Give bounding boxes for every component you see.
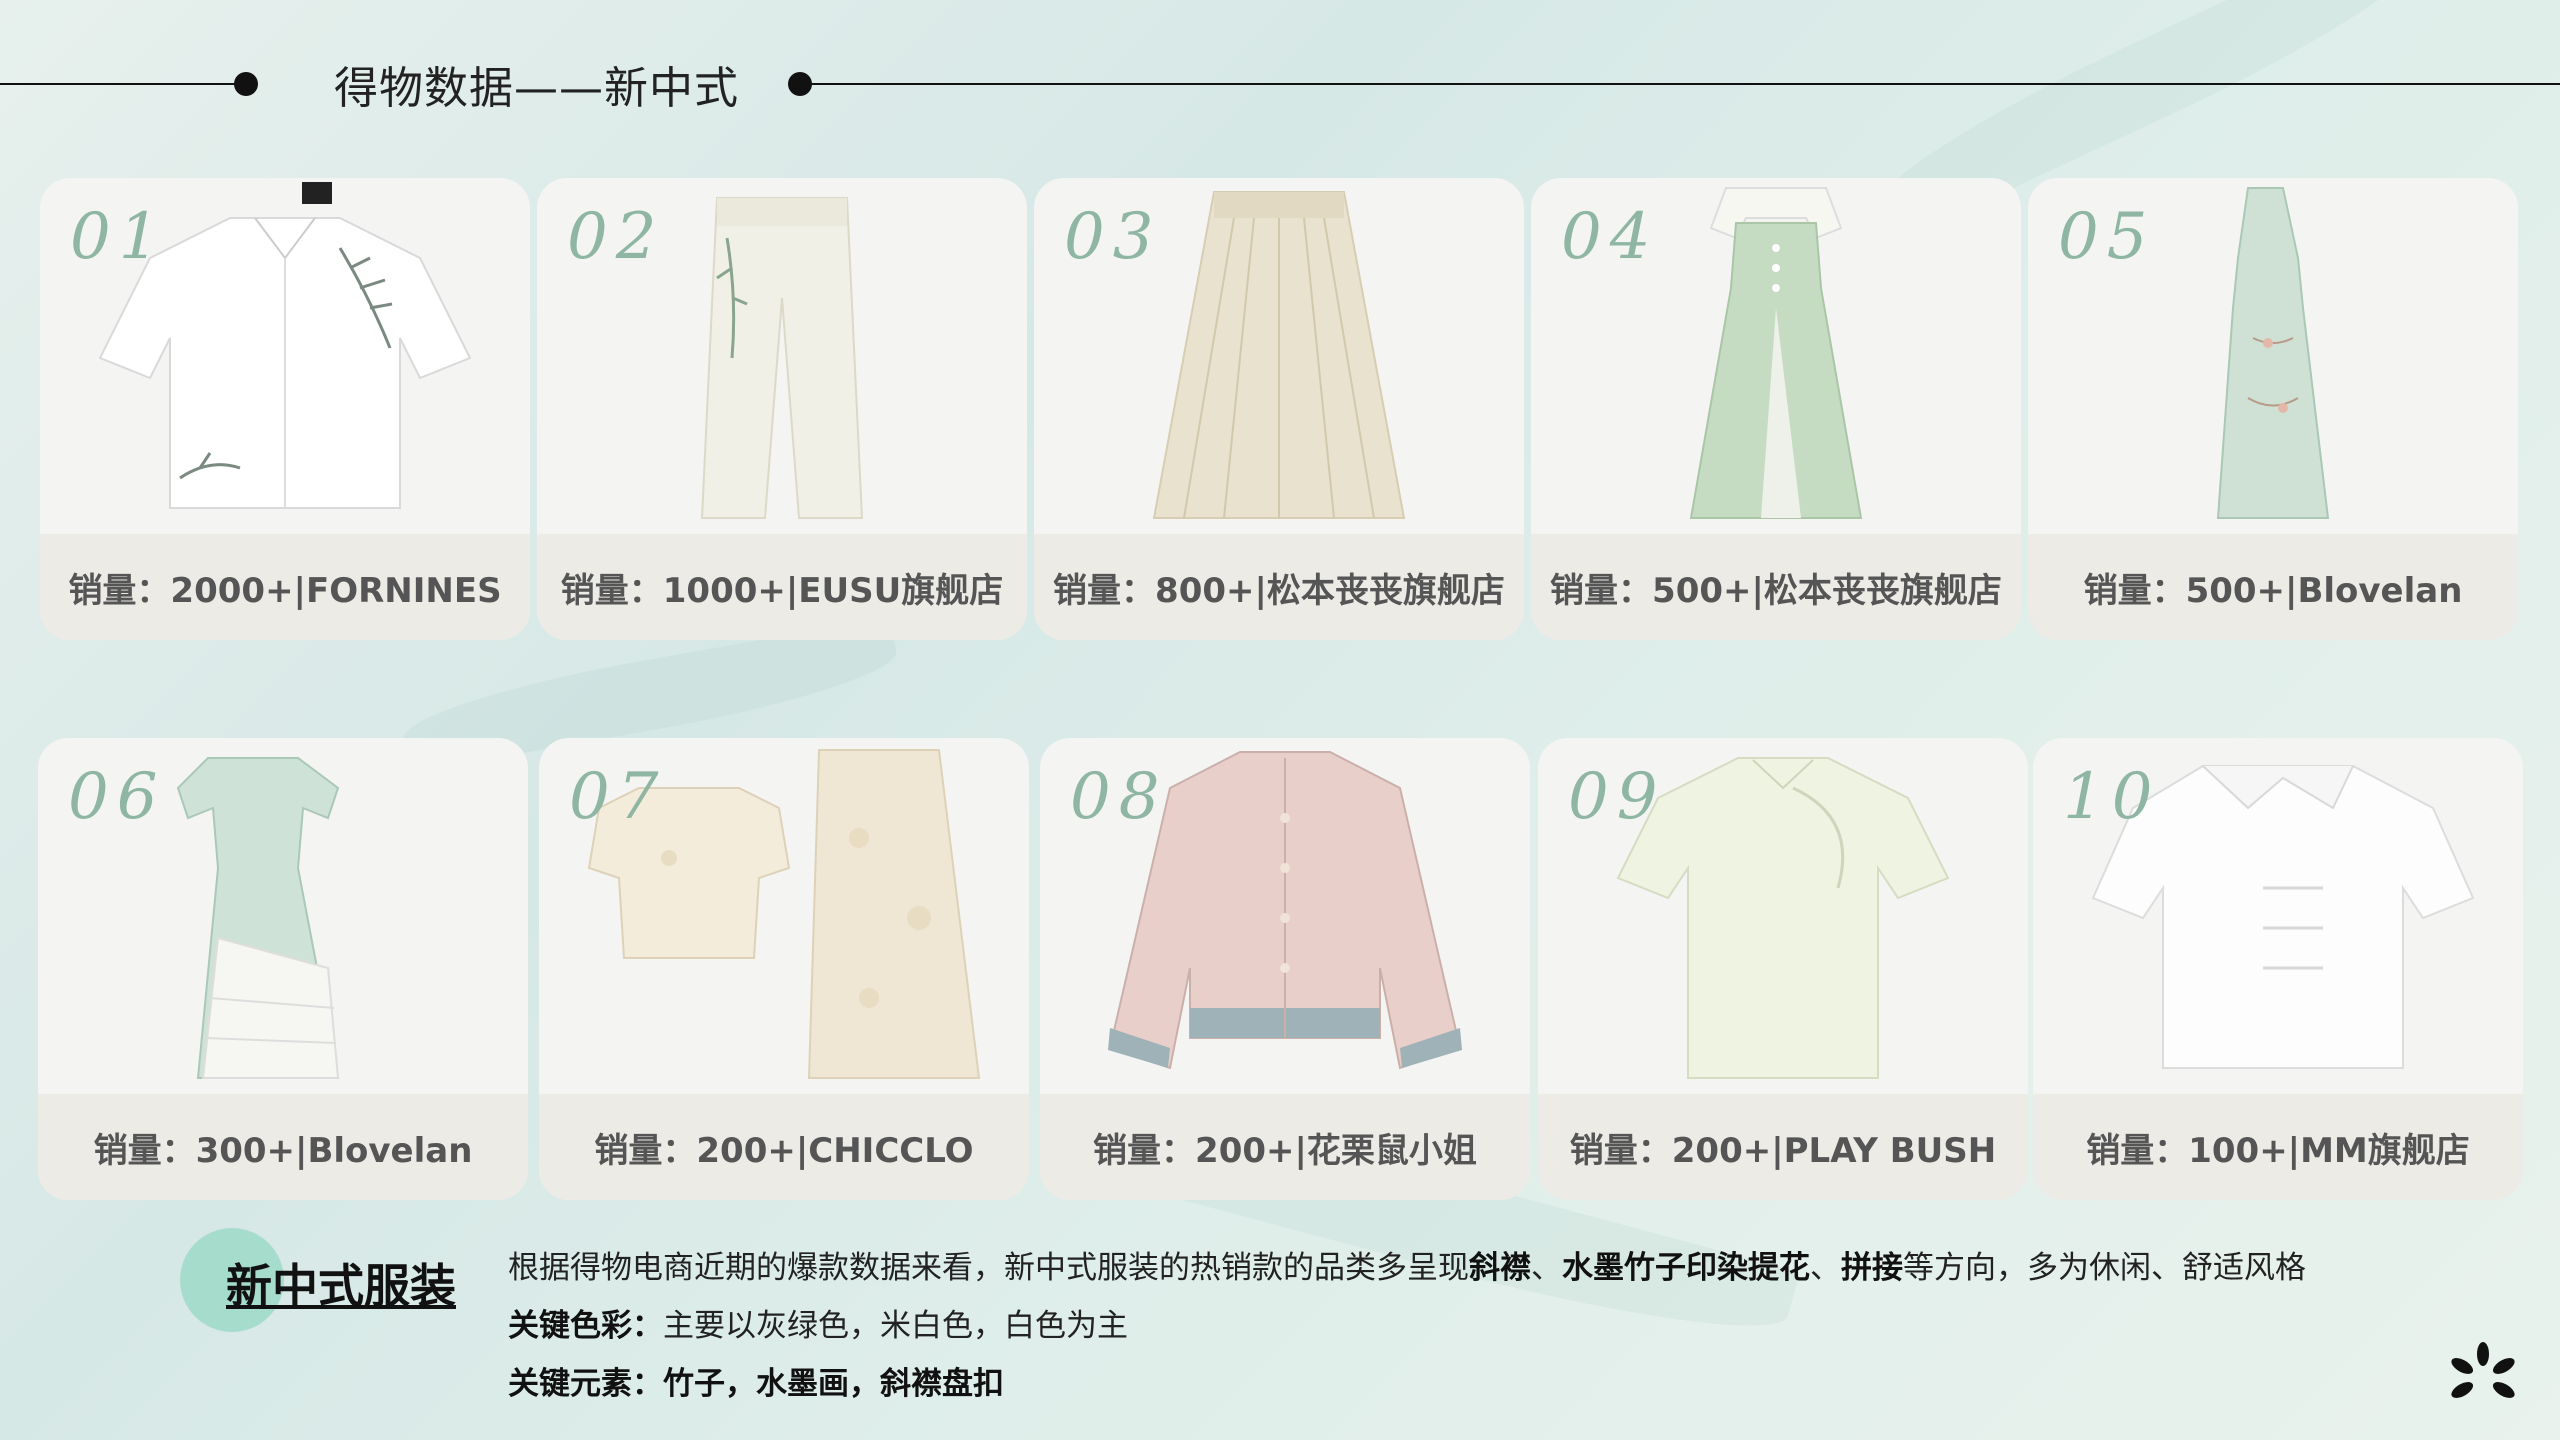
- card-number: 05: [2058, 200, 2156, 274]
- page-title: 得物数据——新中式: [334, 63, 739, 114]
- card-number: 02: [567, 200, 665, 274]
- card-number: 09: [1568, 760, 1666, 834]
- summary-line-1-prefix: 根据得物电商近期的爆款数据来看，新中式服装的热销款的品类多呈现: [508, 1250, 1469, 1286]
- card-number: 04: [1561, 200, 1659, 274]
- card-number: 03: [1064, 200, 1162, 274]
- summary-separator: 、: [1531, 1250, 1562, 1286]
- card-number: 08: [1070, 760, 1168, 834]
- brand-logo-icon: [2451, 1342, 2515, 1398]
- key-elements-label: 关键元素：: [508, 1366, 663, 1402]
- card-sales-label: 销量：500+|Blovelan: [2028, 534, 2518, 640]
- key-colors-label: 关键色彩：: [508, 1308, 663, 1344]
- card-sales-label: 销量：1000+|EUSU旗舰店: [537, 534, 1027, 640]
- keyword-slanted-placket: 斜襟: [1469, 1250, 1531, 1286]
- summary-line-2: 关键色彩：主要以灰绿色，米白色，白色为主: [508, 1300, 1128, 1345]
- section-badge-title: 新中式服装: [226, 1259, 456, 1313]
- product-card-04[interactable]: 04 销量：500+|松本丧丧旗舰店: [1531, 178, 2021, 640]
- header-line-left: [0, 83, 246, 85]
- product-card-10[interactable]: 10 销量：100+|MM旗舰店: [2033, 738, 2523, 1200]
- keyword-ink-bamboo-jacquard: 水墨竹子印染提花: [1562, 1250, 1810, 1286]
- card-sales-label: 销量：100+|MM旗舰店: [2033, 1094, 2523, 1200]
- header-dot-left: [234, 72, 258, 96]
- product-card-05[interactable]: 05 销量：500+|Blovelan: [2028, 178, 2518, 640]
- card-sales-label: 销量：800+|松本丧丧旗舰店: [1034, 534, 1524, 640]
- product-card-09[interactable]: 09 销量：200+|PLAY BUSH: [1538, 738, 2028, 1200]
- summary-separator: 、: [1810, 1250, 1841, 1286]
- key-colors-text: 主要以灰绿色，米白色，白色为主: [663, 1308, 1128, 1344]
- card-number: 06: [68, 760, 166, 834]
- product-card-03[interactable]: 03 销量：800+|松本丧丧旗舰店: [1034, 178, 1524, 640]
- product-card-07[interactable]: 07 销量：200+|CHICCLO: [539, 738, 1029, 1200]
- card-sales-label: 销量：2000+|FORNINES: [40, 534, 530, 640]
- card-sales-label: 销量：200+|花栗鼠小姐: [1040, 1094, 1530, 1200]
- product-card-08[interactable]: 08 销量：200+|花栗鼠小姐: [1040, 738, 1530, 1200]
- card-number: 01: [70, 200, 168, 274]
- card-number: 10: [2063, 760, 2161, 834]
- summary-line-1-suffix: 等方向，多为休闲、舒适风格: [1903, 1250, 2306, 1286]
- card-sales-label: 销量：300+|Blovelan: [38, 1094, 528, 1200]
- keyword-splicing: 拼接: [1841, 1250, 1903, 1286]
- card-sales-label: 销量：200+|PLAY BUSH: [1538, 1094, 2028, 1200]
- header-line-right: [800, 83, 2560, 85]
- card-sales-label: 销量：200+|CHICCLO: [539, 1094, 1029, 1200]
- key-elements-text: 竹子，水墨画，斜襟盘扣: [663, 1366, 1004, 1402]
- product-card-02[interactable]: 02 销量：1000+|EUSU旗舰店: [537, 178, 1027, 640]
- summary-line-1: 根据得物电商近期的爆款数据来看，新中式服装的热销款的品类多呈现斜襟、水墨竹子印染…: [508, 1242, 2306, 1287]
- card-number: 07: [569, 760, 667, 834]
- product-card-01[interactable]: 01 销量：2000+|FORNINES: [40, 178, 530, 640]
- summary-line-3: 关键元素：竹子，水墨画，斜襟盘扣: [508, 1358, 1004, 1403]
- card-sales-label: 销量：500+|松本丧丧旗舰店: [1531, 534, 2021, 640]
- product-card-06[interactable]: 06 销量：300+|Blovelan: [38, 738, 528, 1200]
